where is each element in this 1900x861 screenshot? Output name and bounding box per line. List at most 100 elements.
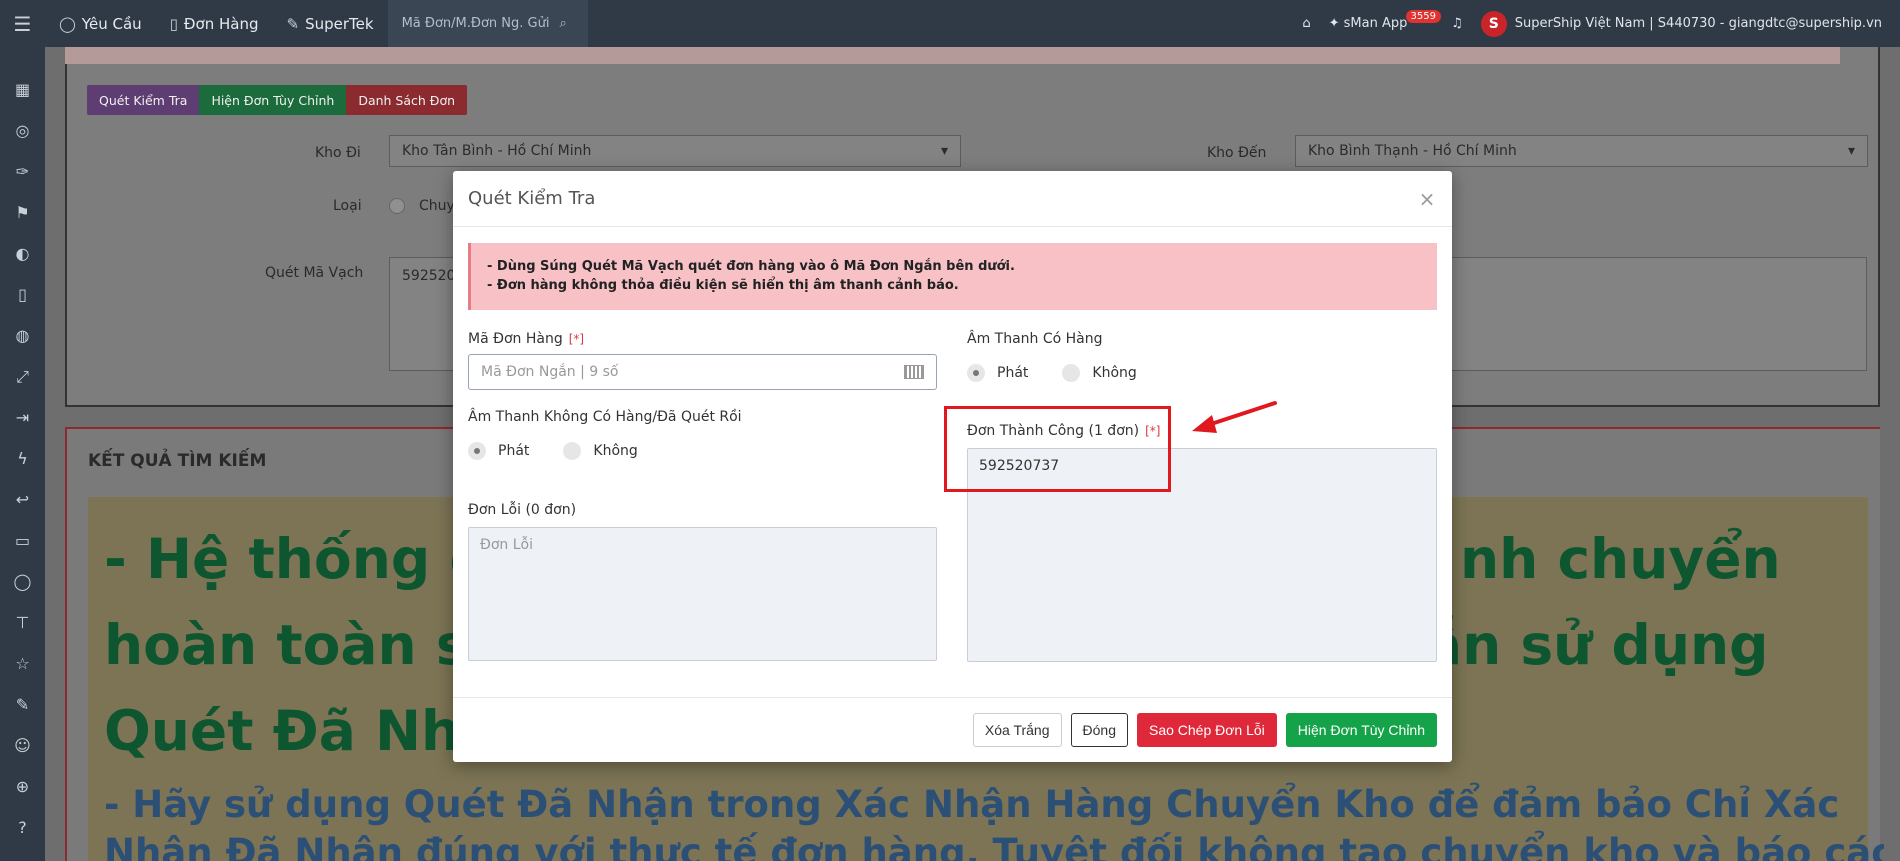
order-code-input[interactable]: Mã Đơn Ngắn | 9 số — [468, 354, 937, 390]
nav-yeu-cau-label: Yêu Cầu — [81, 14, 142, 33]
notice-blue-line-1: - Hãy sử dụng Quét Đã Nhận trong Xác Nhậ… — [104, 783, 1840, 826]
bell-icon[interactable]: ♫ — [1451, 16, 1463, 31]
android-icon: ✦ — [1328, 16, 1340, 31]
notice-line-2-right: ẫn sử dụng — [1425, 613, 1769, 677]
error-orders-label: Đơn Lỗi (0 đơn) — [468, 502, 577, 518]
book-icon: ▯ — [169, 14, 178, 33]
user-icon[interactable]: ☺ — [0, 725, 45, 766]
annotation-arrow-icon — [1192, 401, 1277, 433]
alert-line-2: - Đơn hàng không thỏa điều kiện sẽ hiển … — [487, 278, 959, 293]
action-tabs: Quét Kiểm Tra Hiện Đơn Tùy Chỉnh Danh Sá… — [87, 85, 468, 115]
globe-icon[interactable]: ⊕ — [0, 766, 45, 807]
sman-app-link[interactable]: ✦ sMan App 3559 ♫ — [1328, 10, 1463, 31]
nav-supertek-label: SuperTek — [305, 14, 374, 33]
modal-alert: - Dùng Súng Quét Mã Vạch quét đơn hàng v… — [468, 243, 1437, 310]
annotation-highlight-box — [944, 406, 1171, 492]
alert-strip — [65, 47, 1840, 64]
palette-icon[interactable]: ◐ — [0, 233, 45, 274]
modal-footer: Xóa Trắng Đóng Sao Chép Đơn Lỗi Hiện Đơn… — [453, 697, 1452, 762]
barcode-icon — [904, 365, 924, 379]
scan-barcode-value: 592520 — [402, 268, 456, 284]
sound-none-play-radio[interactable] — [468, 442, 486, 460]
folder-icon[interactable]: ▭ — [0, 520, 45, 561]
star-icon[interactable]: ☆ — [0, 643, 45, 684]
kho-den-select[interactable]: Kho Bình Thạnh - Hồ Chí Minh ▾ — [1295, 135, 1868, 167]
sound-has-label: Âm Thanh Có Hàng — [967, 331, 1103, 347]
notification-badge: 3559 — [1405, 10, 1441, 23]
error-orders-placeholder: Đơn Lỗi — [480, 537, 533, 553]
sound-has-options: Phát Không — [967, 364, 1137, 382]
menu-icon[interactable]: ☰ — [0, 0, 45, 47]
close-icon[interactable]: × — [1417, 187, 1437, 211]
bulb-icon[interactable]: ◍ — [0, 315, 45, 356]
help-icon[interactable]: ? — [0, 807, 45, 848]
login-icon[interactable]: ⇥ — [0, 397, 45, 438]
loai-label: Loại — [333, 198, 362, 214]
flag-icon[interactable]: ⚑ — [0, 192, 45, 233]
bolt-icon[interactable]: ϟ — [0, 438, 45, 479]
kho-di-value: Kho Tân Bình - Hồ Chí Minh — [402, 143, 592, 159]
account-label: SuperShip Việt Nam | S440730 - giangdtc@… — [1514, 16, 1882, 31]
home-icon[interactable]: ⌂ — [1302, 16, 1310, 31]
required-mark: [*] — [568, 332, 585, 346]
expand-icon[interactable]: ⤢ — [0, 356, 45, 397]
paint-roller-icon[interactable]: ⊤ — [0, 602, 45, 643]
sound-has-play-label: Phát — [997, 365, 1029, 381]
reply-icon[interactable]: ↩ — [0, 479, 45, 520]
sound-none-no-radio[interactable] — [563, 442, 582, 460]
account-menu[interactable]: S SuperShip Việt Nam | S440730 - giangdt… — [1480, 10, 1882, 37]
modal-title: Quét Kiểm Tra — [468, 188, 596, 209]
sidebar: ▦ ◎ ✑ ⚑ ◐ ▯ ◍ ⤢ ⇥ ϟ ↩ ▭ ◯ ⊤ ☆ ✎ ☺ ⊕ ? — [0, 47, 45, 861]
close-button[interactable]: Đóng — [1070, 713, 1128, 747]
caret-down-icon: ▾ — [1847, 143, 1855, 159]
notice-line-1-right: nh chuyển — [1460, 527, 1781, 591]
notice-blue-line-2: Nhận Đã Nhận đúng với thực tế đơn hàng. … — [104, 831, 1884, 861]
tab-hien-don-tuy-chinh[interactable]: Hiện Đơn Tùy Chỉnh — [199, 85, 347, 115]
chat-icon: ◯ — [59, 14, 76, 33]
chat-icon[interactable]: ◯ — [0, 561, 45, 602]
show-custom-button[interactable]: Hiện Đơn Tùy Chỉnh — [1285, 713, 1437, 747]
tab-quet-kiem-tra[interactable]: Quét Kiểm Tra — [87, 85, 200, 115]
sound-none-options: Phát Không — [468, 442, 638, 460]
global-search[interactable]: Mã Đơn/M.Đơn Ng. Gửi ⌕ — [387, 0, 588, 47]
loai-radio[interactable] — [389, 198, 405, 214]
clear-button[interactable]: Xóa Trắng — [972, 713, 1062, 747]
sman-app-label: sMan App — [1343, 16, 1408, 31]
search-placeholder: Mã Đơn/M.Đơn Ng. Gửi — [401, 16, 550, 31]
sound-none-label: Âm Thanh Không Có Hàng/Đã Quét Rồi — [468, 409, 742, 425]
sound-has-no-radio[interactable] — [1062, 364, 1081, 382]
dashboard-icon[interactable]: ▦ — [0, 69, 45, 110]
copy-errors-button[interactable]: Sao Chép Đơn Lỗi — [1136, 713, 1277, 747]
scan-barcode-label: Quét Mã Vạch — [265, 265, 364, 281]
edit-icon[interactable]: ✎ — [0, 684, 45, 725]
nav-supertek[interactable]: ✎ SuperTek — [273, 0, 388, 47]
compass-icon[interactable]: ◎ — [0, 110, 45, 151]
kho-den-value: Kho Bình Thạnh - Hồ Chí Minh — [1308, 143, 1517, 159]
alert-line-1: - Dùng Súng Quét Mã Vạch quét đơn hàng v… — [487, 259, 1015, 274]
sound-has-no-label: Không — [1092, 365, 1137, 381]
book-icon[interactable]: ▯ — [0, 274, 45, 315]
order-code-label-text: Mã Đơn Hàng — [468, 331, 563, 347]
sound-none-no-label: Không — [593, 443, 638, 459]
top-right-area: ⌂ ✦ sMan App 3559 ♫ S SuperShip Việt Nam… — [1302, 10, 1900, 37]
modal-header: Quét Kiểm Tra × — [453, 171, 1452, 227]
sound-none-play-label: Phát — [498, 443, 530, 459]
nav-yeu-cau[interactable]: ◯ Yêu Cầu — [45, 0, 156, 47]
brand-logo: S — [1480, 10, 1507, 37]
tab-danh-sach-don[interactable]: Danh Sách Đơn — [346, 85, 468, 115]
search-icon[interactable]: ⌕ — [559, 16, 566, 31]
kho-di-select[interactable]: Kho Tân Bình - Hồ Chí Minh ▾ — [389, 135, 961, 167]
pen-icon[interactable]: ✑ — [0, 151, 45, 192]
kho-di-label: Kho Đi — [315, 145, 361, 161]
loai-option-label: Chuy — [419, 198, 455, 214]
order-code-label: Mã Đơn Hàng [*] — [468, 331, 584, 347]
nav-don-hang-label: Đơn Hàng — [183, 14, 259, 33]
order-code-placeholder: Mã Đơn Ngắn | 9 số — [481, 364, 619, 380]
sound-has-play-radio[interactable] — [967, 364, 985, 382]
edit-icon: ✎ — [286, 14, 300, 33]
caret-down-icon: ▾ — [940, 143, 948, 159]
top-navbar: ☰ ◯ Yêu Cầu ▯ Đơn Hàng ✎ SuperTek Mã Đơn… — [0, 0, 1900, 47]
results-title: KẾT QUẢ TÌM KIẾM — [88, 451, 267, 471]
nav-don-hang[interactable]: ▯ Đơn Hàng — [156, 0, 273, 47]
error-orders-textarea[interactable]: Đơn Lỗi — [468, 527, 937, 661]
